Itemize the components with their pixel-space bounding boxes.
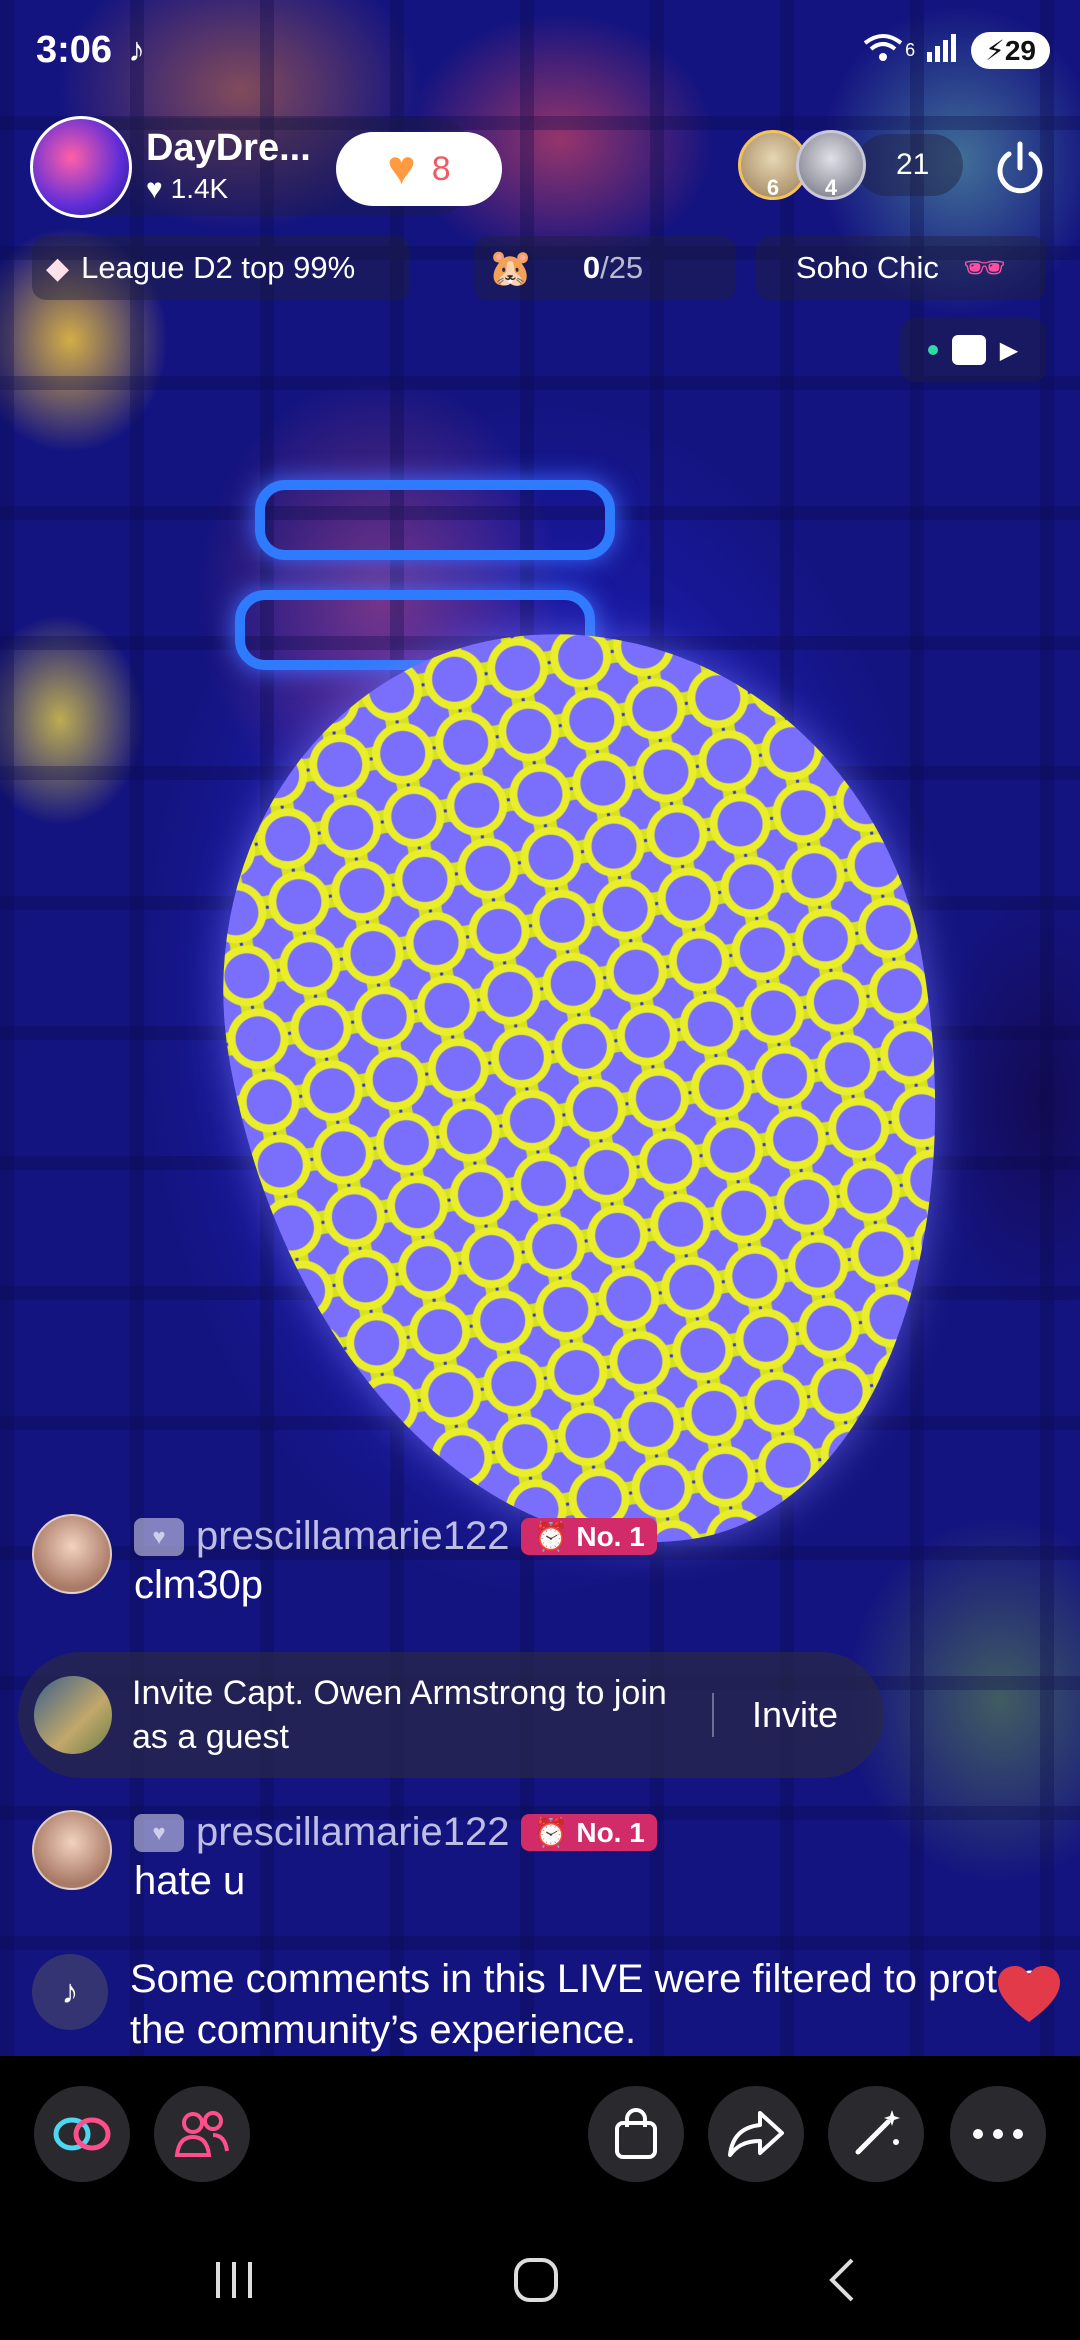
wifi-label: 6 — [905, 39, 916, 60]
system-nav-bar — [0, 2210, 1080, 2340]
floating-heart-icon — [994, 1960, 1064, 2030]
bottom-toolbar — [0, 2056, 1080, 2210]
status-bar: 3:06 ♪ 6 ⚡29 — [36, 20, 1050, 80]
more-icon[interactable] — [950, 2086, 1046, 2182]
coral-ring — [255, 480, 615, 560]
shield-heart-icon: ♥ — [134, 1813, 184, 1852]
comment-item[interactable]: ♥ prescillamarie122 ⏰ No. 1 clm30p — [32, 1514, 657, 1608]
play-icon: ▶ — [999, 336, 1019, 364]
tiktok-icon: ♪ — [32, 1954, 108, 2030]
host-name: DayDre... — [146, 127, 311, 169]
viewer-count[interactable]: 21 — [856, 134, 964, 196]
system-message-text: Some comments in this LIVE were filtered… — [130, 1957, 1051, 2053]
soho-label: Soho Chic — [795, 250, 939, 285]
diamond-icon: ◆ — [46, 251, 70, 285]
guest-avatar — [34, 1676, 112, 1754]
heart-icon: ♥ — [146, 173, 163, 204]
battery-level: 29 — [1004, 34, 1036, 66]
invite-button[interactable]: Invite — [752, 1694, 838, 1736]
share-icon[interactable] — [708, 2086, 804, 2182]
rank-badge-label: No. 1 — [576, 1520, 645, 1552]
viewers-group[interactable]: 6 4 21 — [738, 130, 964, 200]
invite-guest-banner[interactable]: Invite Capt. Owen Armstrong to join as a… — [18, 1652, 884, 1778]
clock-icon: ⏰ — [533, 1817, 569, 1848]
guests-icon[interactable] — [154, 2086, 250, 2182]
host-likes: 1.4K — [170, 173, 229, 204]
soho-chic-chip[interactable]: Soho Chic 🕶 — [756, 236, 1046, 300]
live-dot-icon — [927, 345, 938, 355]
link-icon[interactable] — [34, 2086, 130, 2182]
tiktok-notification-icon: ♪ — [128, 30, 146, 69]
league-chip[interactable]: ◆ League D2 top 99% — [32, 236, 410, 300]
goal-count: 0 — [582, 250, 601, 285]
hamster-icon: 🐹 — [488, 247, 533, 288]
comment-username[interactable]: prescillamarie122 — [196, 1514, 509, 1559]
battery-indicator: ⚡29 — [971, 31, 1050, 69]
rank-badge: ⏰ No. 1 — [521, 1518, 657, 1555]
video-icon — [951, 335, 986, 365]
rank-badge: ⏰ No. 1 — [521, 1814, 657, 1851]
divider — [712, 1693, 714, 1737]
follow-heart-button[interactable]: ♥ 8 — [336, 132, 502, 206]
host-avatar[interactable] — [30, 116, 132, 218]
sunglasses-icon: 🕶 — [962, 249, 1007, 287]
comment-username[interactable]: prescillamarie122 — [196, 1810, 509, 1855]
comment-text: hate u — [134, 1859, 246, 1903]
comment-text: clm30p — [134, 1563, 263, 1607]
wifi-icon — [861, 31, 905, 70]
commenter-avatar[interactable] — [32, 1514, 112, 1594]
viewer-rank: 4 — [824, 175, 838, 200]
home-icon[interactable] — [506, 2250, 566, 2310]
viewer-avatar[interactable]: 4 — [796, 130, 866, 200]
follow-count: 8 — [431, 149, 451, 188]
heart-icon: ♥ — [387, 142, 416, 195]
status-time: 3:06 — [36, 28, 113, 71]
live-controls-button[interactable]: ▶ — [900, 318, 1046, 382]
league-label: League D2 top 99% — [81, 250, 356, 285]
shopping-bag-icon[interactable] — [588, 2086, 684, 2182]
rank-badge-label: No. 1 — [576, 1816, 645, 1848]
invite-text: Invite Capt. Owen Armstrong to join as a… — [132, 1673, 667, 1756]
back-icon[interactable] — [812, 2250, 872, 2310]
magic-wand-icon[interactable] — [828, 2086, 924, 2182]
system-message: ♪ Some comments in this LIVE were filter… — [32, 1954, 1070, 2056]
shield-heart-icon: ♥ — [134, 1517, 184, 1556]
goal-total: /25 — [600, 250, 644, 285]
goal-chip[interactable]: 🐹 0 /25 — [474, 236, 736, 300]
commenter-avatar[interactable] — [32, 1810, 112, 1890]
power-icon[interactable] — [990, 138, 1050, 198]
clock-icon: ⏰ — [533, 1521, 569, 1552]
comment-item[interactable]: ♥ prescillamarie122 ⏰ No. 1 hate u — [32, 1810, 657, 1904]
viewer-rank: 6 — [766, 175, 780, 200]
recents-icon[interactable] — [204, 2250, 264, 2310]
signal-icon — [925, 32, 961, 69]
host-card[interactable]: DayDre... ♥ 1.4K ♥ 8 — [30, 116, 502, 218]
charging-icon: ⚡ — [985, 34, 1005, 66]
